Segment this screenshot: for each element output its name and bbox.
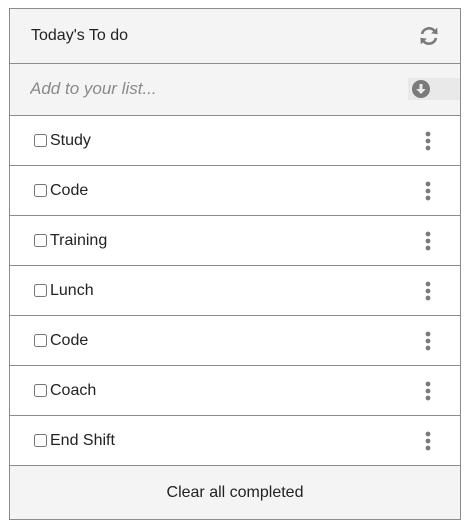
list-item: End Shift — [10, 416, 460, 466]
item-label: Code — [50, 182, 89, 199]
todo-header: Today's To do — [10, 9, 460, 64]
todo-widget: Today's To do Study Code Training Lunch Code… — [9, 8, 461, 520]
item-checkbox[interactable] — [34, 134, 47, 147]
kebab-menu-icon[interactable] — [420, 230, 436, 252]
kebab-menu-icon[interactable] — [420, 180, 436, 202]
kebab-menu-icon[interactable] — [420, 380, 436, 402]
circle-arrow-down-icon — [412, 80, 430, 98]
item-label: Coach — [50, 382, 97, 399]
kebab-menu-icon[interactable] — [420, 280, 436, 302]
list-item: Code — [10, 316, 460, 366]
item-label: Training — [50, 232, 108, 249]
list-item: Training — [10, 216, 460, 266]
todo-list: Study Code Training Lunch Code Coach End Shift — [10, 116, 460, 466]
add-item-input[interactable] — [22, 78, 402, 100]
item-label: End Shift — [50, 432, 115, 449]
kebab-menu-icon[interactable] — [420, 430, 436, 452]
kebab-menu-icon[interactable] — [420, 130, 436, 152]
page-title: Today's To do — [31, 27, 129, 44]
kebab-menu-icon[interactable] — [420, 330, 436, 352]
item-checkbox[interactable] — [34, 434, 47, 447]
clear-completed-button[interactable]: Clear all completed — [167, 484, 304, 502]
list-item: Code — [10, 166, 460, 216]
item-checkbox[interactable] — [34, 284, 47, 297]
list-item: Lunch — [10, 266, 460, 316]
list-item: Study — [10, 116, 460, 166]
item-label: Lunch — [50, 282, 94, 299]
item-label: Code — [50, 332, 89, 349]
item-checkbox[interactable] — [34, 384, 47, 397]
list-item: Coach — [10, 366, 460, 416]
item-label: Study — [50, 132, 91, 149]
item-checkbox[interactable] — [34, 334, 47, 347]
add-item-row — [10, 64, 460, 116]
item-checkbox[interactable] — [34, 234, 47, 247]
add-item-button[interactable] — [408, 78, 460, 100]
item-checkbox[interactable] — [34, 184, 47, 197]
refresh-icon[interactable] — [418, 25, 440, 47]
todo-footer: Clear all completed — [10, 466, 460, 519]
